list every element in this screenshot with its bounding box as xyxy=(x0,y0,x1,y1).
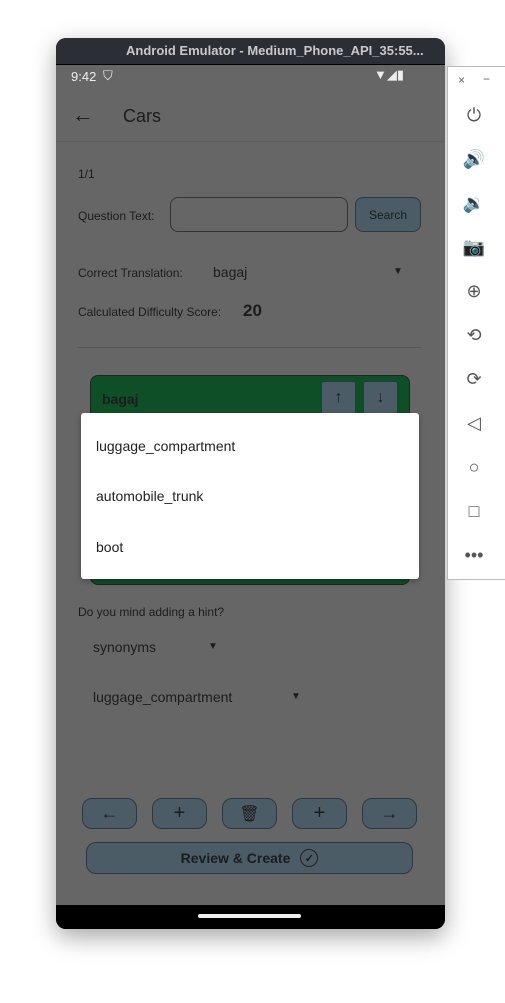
menu-item[interactable]: automobile_trunk xyxy=(96,488,203,504)
hint-value-select[interactable]: luggage_compartment xyxy=(93,689,232,705)
divider xyxy=(78,347,421,348)
move-down-button[interactable]: ↓ xyxy=(363,381,398,415)
translation-select[interactable]: bagaj xyxy=(213,264,247,280)
dropdown-menu: luggage_compartment automobile_trunk boo… xyxy=(81,413,419,579)
question-counter: 1/1 xyxy=(78,167,95,181)
home-icon[interactable]: ○ xyxy=(462,455,486,479)
menu-item[interactable]: boot xyxy=(96,539,123,555)
menu-item[interactable]: luggage_compartment xyxy=(96,438,235,454)
arrow-left-icon: ← xyxy=(100,803,119,823)
emulator-toolbar: × − ⏻ 🔊 🔉 📷 ⊕ ⟲ ⟳ ◁ ○ □ ••• xyxy=(447,66,505,580)
review-create-button[interactable]: Review & Create ✓ xyxy=(86,842,413,874)
rotate-left-icon[interactable]: ⟲ xyxy=(462,323,486,347)
plus-icon: + xyxy=(313,802,326,824)
review-create-label: Review & Create xyxy=(180,850,291,866)
camera-icon[interactable]: 📷 xyxy=(462,235,486,259)
difficulty-score: 20 xyxy=(243,301,262,320)
back-arrow-icon[interactable]: ← xyxy=(72,102,94,128)
previous-button[interactable]: ← xyxy=(82,798,137,829)
volume-up-icon[interactable]: 🔊 xyxy=(462,147,486,171)
hint-type-select[interactable]: synonyms xyxy=(93,639,156,655)
add-before-button[interactable]: + xyxy=(152,798,207,829)
difficulty-label: Calculated Difficulty Score: xyxy=(78,305,222,319)
search-button[interactable]: Search xyxy=(355,197,421,232)
phone-screen: 9:42 ⛉ ▼◢▮ ← Cars 1/1 Question Text: Sea… xyxy=(56,65,445,905)
close-icon[interactable]: × xyxy=(458,73,465,87)
emulator-window: Android Emulator - Medium_Phone_API_35:5… xyxy=(56,38,445,929)
trash-icon: 🗑 xyxy=(239,805,260,823)
shield-icon: ⛉ xyxy=(103,68,113,83)
arrow-up-icon: ↑ xyxy=(334,389,343,406)
arrow-right-icon: → xyxy=(380,803,399,823)
back-icon[interactable]: ◁ xyxy=(462,411,486,435)
signal-battery-icon: ▼◢▮ xyxy=(374,67,405,82)
search-label: Search xyxy=(368,207,408,222)
status-time: 9:42 xyxy=(71,69,97,84)
card-title: bagaj xyxy=(102,391,139,407)
add-after-button[interactable]: + xyxy=(292,798,347,829)
rotate-right-icon[interactable]: ⟳ xyxy=(462,367,486,391)
check-circle-icon: ✓ xyxy=(300,849,319,867)
divider xyxy=(56,141,445,142)
delete-button[interactable]: 🗑 xyxy=(222,798,277,829)
question-label: Question Text: xyxy=(78,209,155,223)
next-button[interactable]: → xyxy=(362,798,417,829)
plus-icon: + xyxy=(173,802,186,824)
nav-bar xyxy=(56,905,445,929)
dropdown-arrow-icon[interactable]: ▼ xyxy=(393,266,403,277)
zoom-icon[interactable]: ⊕ xyxy=(462,279,486,303)
hint-label: Do you mind adding a hint? xyxy=(78,605,225,619)
arrow-down-icon: ↓ xyxy=(376,389,385,406)
question-input[interactable] xyxy=(170,197,348,232)
translation-label: Correct Translation: xyxy=(78,266,183,280)
volume-down-icon[interactable]: 🔉 xyxy=(462,191,486,215)
dropdown-arrow-icon[interactable]: ▼ xyxy=(208,641,218,652)
home-gesture-handle[interactable] xyxy=(198,914,301,918)
minimize-icon[interactable]: − xyxy=(483,72,490,86)
dropdown-arrow-icon[interactable]: ▼ xyxy=(291,691,301,702)
page-title: Cars xyxy=(123,106,162,126)
window-title: Android Emulator - Medium_Phone_API_35:5… xyxy=(56,38,445,64)
more-icon[interactable]: ••• xyxy=(462,543,486,567)
move-up-button[interactable]: ↑ xyxy=(321,381,356,415)
overview-icon[interactable]: □ xyxy=(462,499,486,523)
power-icon[interactable]: ⏻ xyxy=(462,103,486,127)
